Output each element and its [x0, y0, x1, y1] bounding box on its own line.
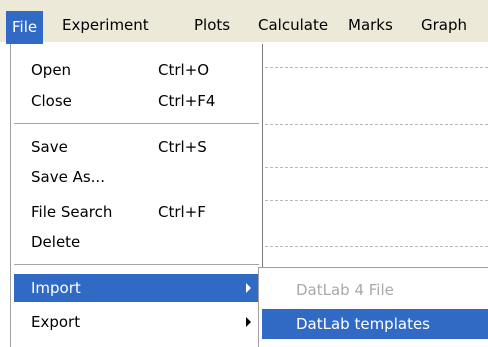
shortcut-label: Ctrl+O	[158, 61, 210, 79]
menu-item-label: Close	[31, 92, 72, 110]
menu-item-delete[interactable]: Delete	[14, 228, 259, 256]
menu-graph[interactable]: Graph	[421, 13, 467, 37]
menu-item-open[interactable]: Open Ctrl+O	[14, 56, 259, 84]
shortcut-label: Ctrl+S	[158, 138, 207, 156]
menu-bar: File Experiment Plots Calculate Marks Gr…	[0, 0, 488, 44]
menu-item-label: Import	[31, 279, 81, 297]
menu-plots[interactable]: Plots	[194, 13, 230, 37]
menu-separator	[14, 123, 259, 124]
file-menu: Open Ctrl+O Close Ctrl+F4 Save Ctrl+S Sa…	[10, 44, 263, 347]
menu-file[interactable]: File	[6, 11, 44, 44]
submenu-item-datlab4-file: DatLab 4 File	[262, 275, 488, 305]
menu-item-label: Open	[31, 61, 72, 79]
menu-item-close[interactable]: Close Ctrl+F4	[14, 87, 259, 115]
grid-line	[265, 67, 488, 68]
submenu-arrow-icon	[246, 317, 251, 327]
submenu-arrow-icon	[246, 283, 251, 293]
submenu-item-label: DatLab 4 File	[296, 281, 394, 299]
menu-item-save-as[interactable]: Save As...	[14, 163, 259, 191]
menu-item-label: Export	[31, 313, 81, 331]
grid-line	[265, 167, 488, 168]
menu-calculate[interactable]: Calculate	[258, 13, 328, 37]
import-submenu: DatLab 4 File DatLab templates	[258, 267, 488, 347]
menu-item-import[interactable]: Import	[14, 274, 259, 302]
menu-item-export[interactable]: Export	[14, 308, 259, 336]
shortcut-label: Ctrl+F4	[158, 92, 216, 110]
menu-item-file-search[interactable]: File Search Ctrl+F	[14, 198, 259, 226]
grid-line	[265, 124, 488, 125]
menu-experiment[interactable]: Experiment	[62, 13, 149, 37]
menu-item-label: Delete	[31, 233, 81, 251]
grid-line	[265, 246, 488, 247]
menu-item-save[interactable]: Save Ctrl+S	[14, 133, 259, 161]
submenu-item-label: DatLab templates	[296, 315, 430, 333]
shortcut-label: Ctrl+F	[158, 203, 206, 221]
menu-item-label: File Search	[31, 203, 113, 221]
menu-separator	[14, 264, 259, 265]
menu-marks[interactable]: Marks	[348, 13, 393, 37]
grid-line	[265, 200, 488, 201]
menu-item-label: Save As...	[31, 168, 105, 186]
submenu-item-datlab-templates[interactable]: DatLab templates	[262, 309, 488, 339]
menu-item-label: Save	[31, 138, 68, 156]
